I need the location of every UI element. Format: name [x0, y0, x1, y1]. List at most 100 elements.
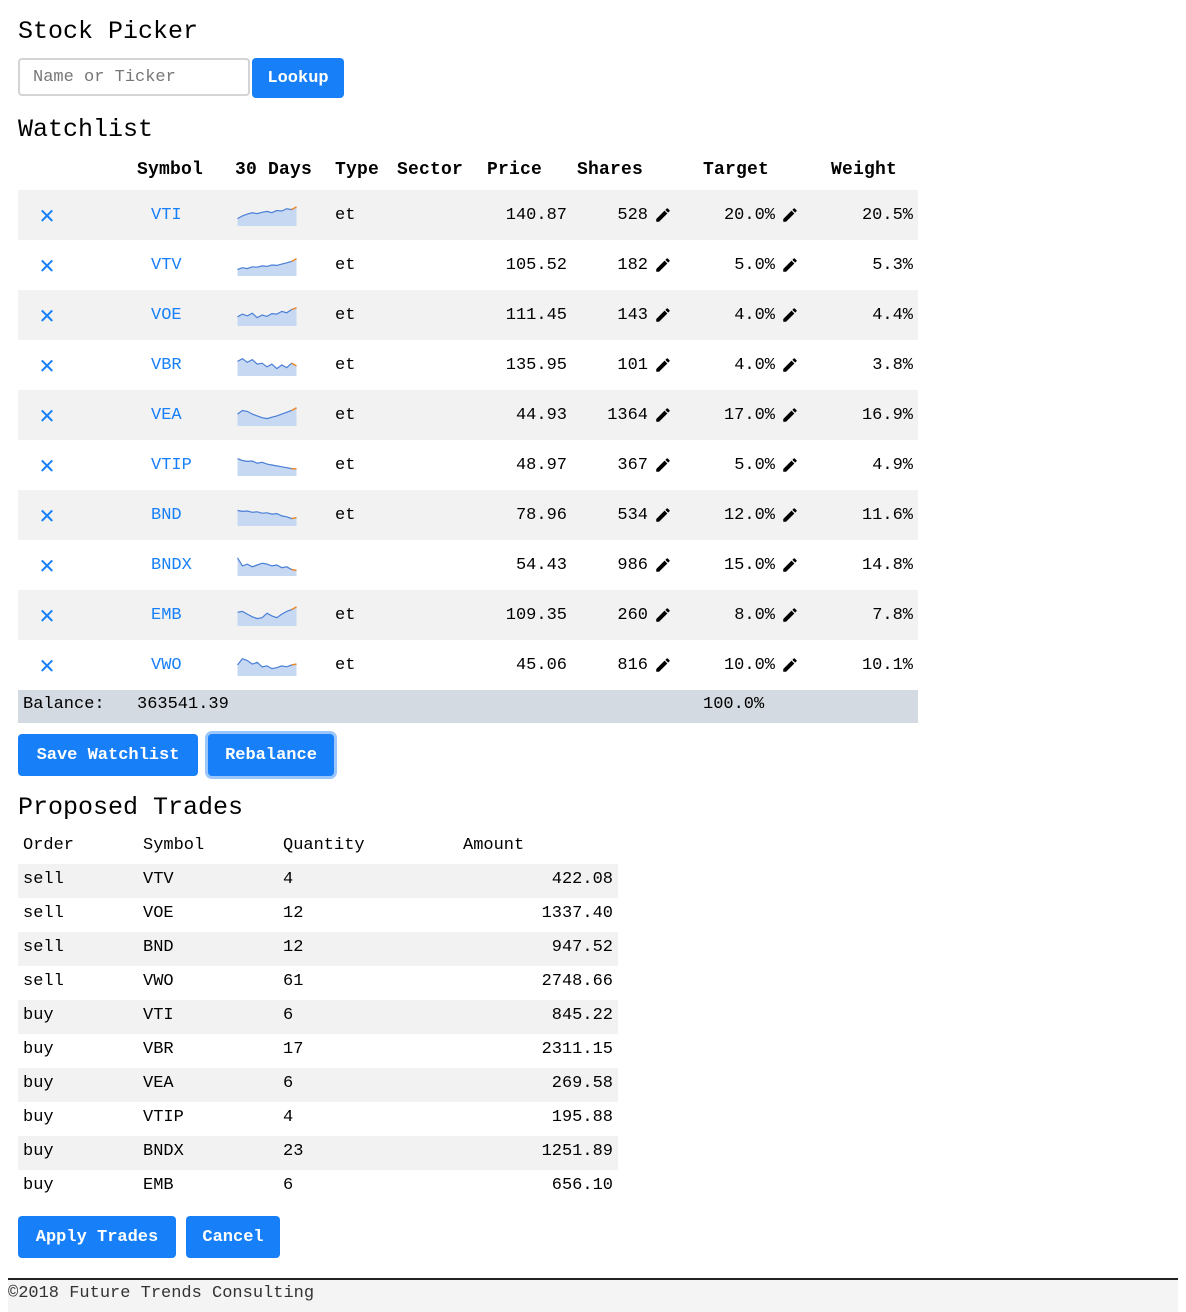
trade-quantity: 6 — [283, 1074, 294, 1093]
price-value: 105.52 — [505, 255, 567, 275]
watchlist-title: Watchlist — [18, 115, 154, 144]
trade-order: buy — [23, 1040, 54, 1059]
shares-cell: 260 — [567, 590, 672, 640]
shares-cell: 528 — [567, 190, 672, 240]
pencil-icon[interactable] — [781, 206, 799, 224]
price-cell: 45.06 — [467, 640, 567, 690]
price-value: 45.06 — [515, 655, 567, 675]
trade-symbol: BNDX — [143, 1142, 184, 1161]
remove-button[interactable]: ✕ — [36, 340, 58, 390]
sparkline — [237, 440, 299, 490]
price-cell: 54.43 — [467, 540, 567, 590]
pencil-icon[interactable] — [781, 256, 799, 274]
price-cell: 140.87 — [467, 190, 567, 240]
symbol-link[interactable]: VBR — [151, 356, 182, 375]
save-watchlist-button[interactable]: Save Watchlist — [18, 734, 198, 776]
symbol-cell: EMB — [151, 590, 182, 640]
weight-value: 10.1% — [861, 655, 913, 675]
pencil-icon[interactable] — [654, 306, 672, 324]
trade-quantity: 17 — [283, 1040, 304, 1059]
symbol-link[interactable]: VWO — [151, 656, 182, 675]
symbol-cell: VBR — [151, 340, 182, 390]
pencil-icon[interactable] — [654, 356, 672, 374]
shares-value: 986 — [617, 555, 648, 575]
pencil-icon[interactable] — [654, 656, 672, 674]
symbol-cell: BNDX — [151, 540, 192, 590]
symbol-cell: BND — [151, 490, 182, 540]
type-cell: et — [335, 390, 355, 440]
target-cell: 8.0% — [672, 590, 799, 640]
weight-value: 14.8% — [861, 555, 913, 575]
symbol-link[interactable]: VEA — [151, 406, 182, 425]
shares-value: 528 — [617, 205, 648, 225]
remove-button[interactable]: ✕ — [36, 640, 58, 690]
trade-amount: 195.88 — [551, 1108, 613, 1127]
pencil-icon[interactable] — [654, 456, 672, 474]
weight-value: 3.8% — [872, 355, 913, 375]
pencil-icon[interactable] — [781, 356, 799, 374]
lookup-button[interactable]: Lookup — [252, 58, 344, 98]
symbol-link[interactable]: EMB — [151, 606, 182, 625]
pencil-icon[interactable] — [654, 206, 672, 224]
remove-button[interactable]: ✕ — [36, 240, 58, 290]
search-input[interactable] — [18, 58, 250, 96]
column-header-symbol: Symbol — [137, 160, 204, 180]
pencil-icon[interactable] — [781, 556, 799, 574]
sparkline — [237, 640, 299, 690]
symbol-link[interactable]: VTV — [151, 256, 182, 275]
pencil-icon[interactable] — [654, 406, 672, 424]
target-value: 17.0% — [723, 405, 775, 425]
sparkline-chart — [237, 407, 297, 426]
remove-button[interactable]: ✕ — [36, 190, 58, 240]
symbol-cell: VOE — [151, 290, 182, 340]
trades-table: sell VTV 4 422.08 sell VOE 12 1337.40 sell BND 12 9… — [18, 864, 618, 1204]
pencil-icon[interactable] — [654, 606, 672, 624]
remove-button[interactable]: ✕ — [36, 290, 58, 340]
symbol-link[interactable]: VOE — [151, 306, 182, 325]
pencil-icon[interactable] — [781, 306, 799, 324]
remove-button[interactable]: ✕ — [36, 540, 58, 590]
pencil-icon[interactable] — [781, 506, 799, 524]
symbol-link[interactable]: VTI — [151, 206, 182, 225]
price-cell: 48.97 — [467, 440, 567, 490]
weight-value: 11.6% — [861, 505, 913, 525]
pencil-icon[interactable] — [781, 656, 799, 674]
sparkline — [237, 190, 299, 240]
symbol-link[interactable]: BNDX — [151, 556, 192, 575]
sparkline-area — [237, 258, 297, 276]
sparkline-area — [237, 606, 297, 626]
symbol-link[interactable]: BND — [151, 506, 182, 525]
remove-button[interactable]: ✕ — [36, 590, 58, 640]
pencil-icon[interactable] — [781, 606, 799, 624]
target-value: 5.0% — [734, 255, 775, 275]
balance-value: 363541.39 — [137, 695, 229, 714]
weight-cell: 20.5% — [799, 190, 913, 240]
close-icon: ✕ — [39, 451, 55, 481]
trade-symbol: VTV — [143, 870, 174, 889]
remove-button[interactable]: ✕ — [36, 440, 58, 490]
trade-order: buy — [23, 1074, 54, 1093]
close-icon: ✕ — [39, 601, 55, 631]
pencil-icon[interactable] — [781, 456, 799, 474]
type-cell: et — [335, 640, 355, 690]
type-cell: et — [335, 440, 355, 490]
pencil-icon[interactable] — [654, 256, 672, 274]
type-cell: et — [335, 190, 355, 240]
price-cell: 44.93 — [467, 390, 567, 440]
remove-button[interactable]: ✕ — [36, 490, 58, 540]
cancel-button[interactable]: Cancel — [186, 1216, 280, 1258]
trade-order: buy — [23, 1108, 54, 1127]
pencil-icon[interactable] — [654, 556, 672, 574]
weight-value: 4.9% — [872, 455, 913, 475]
type-value: et — [335, 455, 356, 475]
trade-amount: 1337.40 — [541, 904, 613, 923]
remove-button[interactable]: ✕ — [36, 390, 58, 440]
apply-trades-button[interactable]: Apply Trades — [18, 1216, 176, 1258]
footer: ©2018 Future Trends Consulting — [8, 1280, 1178, 1312]
rebalance-button[interactable]: Rebalance — [208, 734, 334, 776]
type-value: et — [335, 305, 356, 325]
symbol-link[interactable]: VTIP — [151, 456, 192, 475]
shares-cell: 367 — [567, 440, 672, 490]
pencil-icon[interactable] — [781, 406, 799, 424]
pencil-icon[interactable] — [654, 506, 672, 524]
